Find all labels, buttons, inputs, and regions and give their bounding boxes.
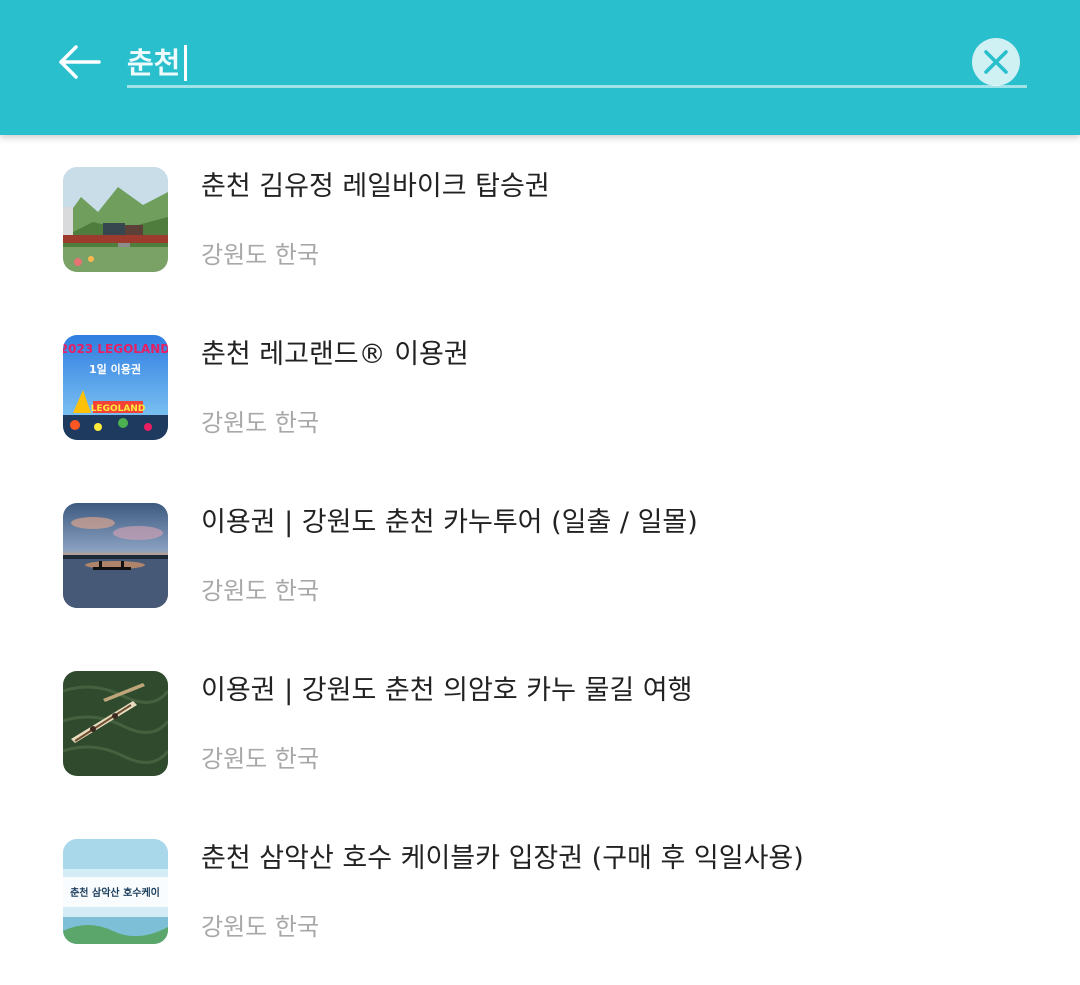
search-screen: 춘천 춘천 김유정 레일바이크 탑승권 강원도 한국 2023 LEGOLAND… <box>0 0 1080 985</box>
result-title: 춘천 삼악산 호수 케이블카 입장권 (구매 후 익일사용) <box>201 843 804 874</box>
result-location: 강원도 한국 <box>201 241 320 269</box>
rail-bike-thumbnail <box>63 167 168 272</box>
result-location: 강원도 한국 <box>201 577 320 605</box>
result-item[interactable]: 춘천 삼악산 호수케이 춘천 삼악산 호수 케이블카 입장권 (구매 후 익일사… <box>0 807 1080 975</box>
result-title: 이용권 | 강원도 춘천 의암호 카누 물길 여행 <box>201 675 693 706</box>
canoe-sunset-thumbnail <box>63 503 168 608</box>
result-title: 이용권 | 강원도 춘천 카누투어 (일출 / 일몰) <box>201 507 698 538</box>
search-header: 춘천 <box>0 0 1080 135</box>
thumb-banner-text: 2023 LEGOLAND <box>63 342 168 356</box>
legoland-thumbnail: 2023 LEGOLAND 1일 이용권 LEGOLAND <box>63 335 168 440</box>
result-title: 춘천 김유정 레일바이크 탑승권 <box>201 171 550 202</box>
result-item[interactable]: 이용권 | 강원도 춘천 카누투어 (일출 / 일몰) 강원도 한국 <box>0 471 1080 639</box>
search-results-list: 춘천 김유정 레일바이크 탑승권 강원도 한국 2023 LEGOLAND 1일… <box>0 135 1080 975</box>
result-title: 춘천 레고랜드® 이용권 <box>201 339 469 370</box>
result-location: 강원도 한국 <box>201 913 320 941</box>
result-item[interactable]: 이용권 | 강원도 춘천 의암호 카누 물길 여행 강원도 한국 <box>0 639 1080 807</box>
search-input[interactable]: 춘천 <box>127 36 1027 88</box>
result-item[interactable]: 2023 LEGOLAND 1일 이용권 LEGOLAND 춘천 레고랜드® 이… <box>0 303 1080 471</box>
thumb-caption-text: 춘천 삼악산 호수케이 <box>70 886 160 899</box>
canoe-lake-thumbnail <box>63 671 168 776</box>
back-button[interactable] <box>52 36 106 88</box>
thumb-caption-text: 1일 이용권 <box>89 362 141 376</box>
arrow-left-icon <box>59 45 101 79</box>
cable-car-thumbnail: 춘천 삼악산 호수케이 <box>63 839 168 944</box>
result-location: 강원도 한국 <box>201 745 320 773</box>
clear-search-button[interactable] <box>972 38 1020 86</box>
search-input-value[interactable]: 춘천 <box>127 45 188 81</box>
thumb-logo-text: LEGOLAND <box>91 404 146 414</box>
text-caret <box>184 45 188 81</box>
close-icon <box>984 50 1008 74</box>
result-item[interactable]: 춘천 김유정 레일바이크 탑승권 강원도 한국 <box>0 135 1080 303</box>
result-location: 강원도 한국 <box>201 409 320 437</box>
